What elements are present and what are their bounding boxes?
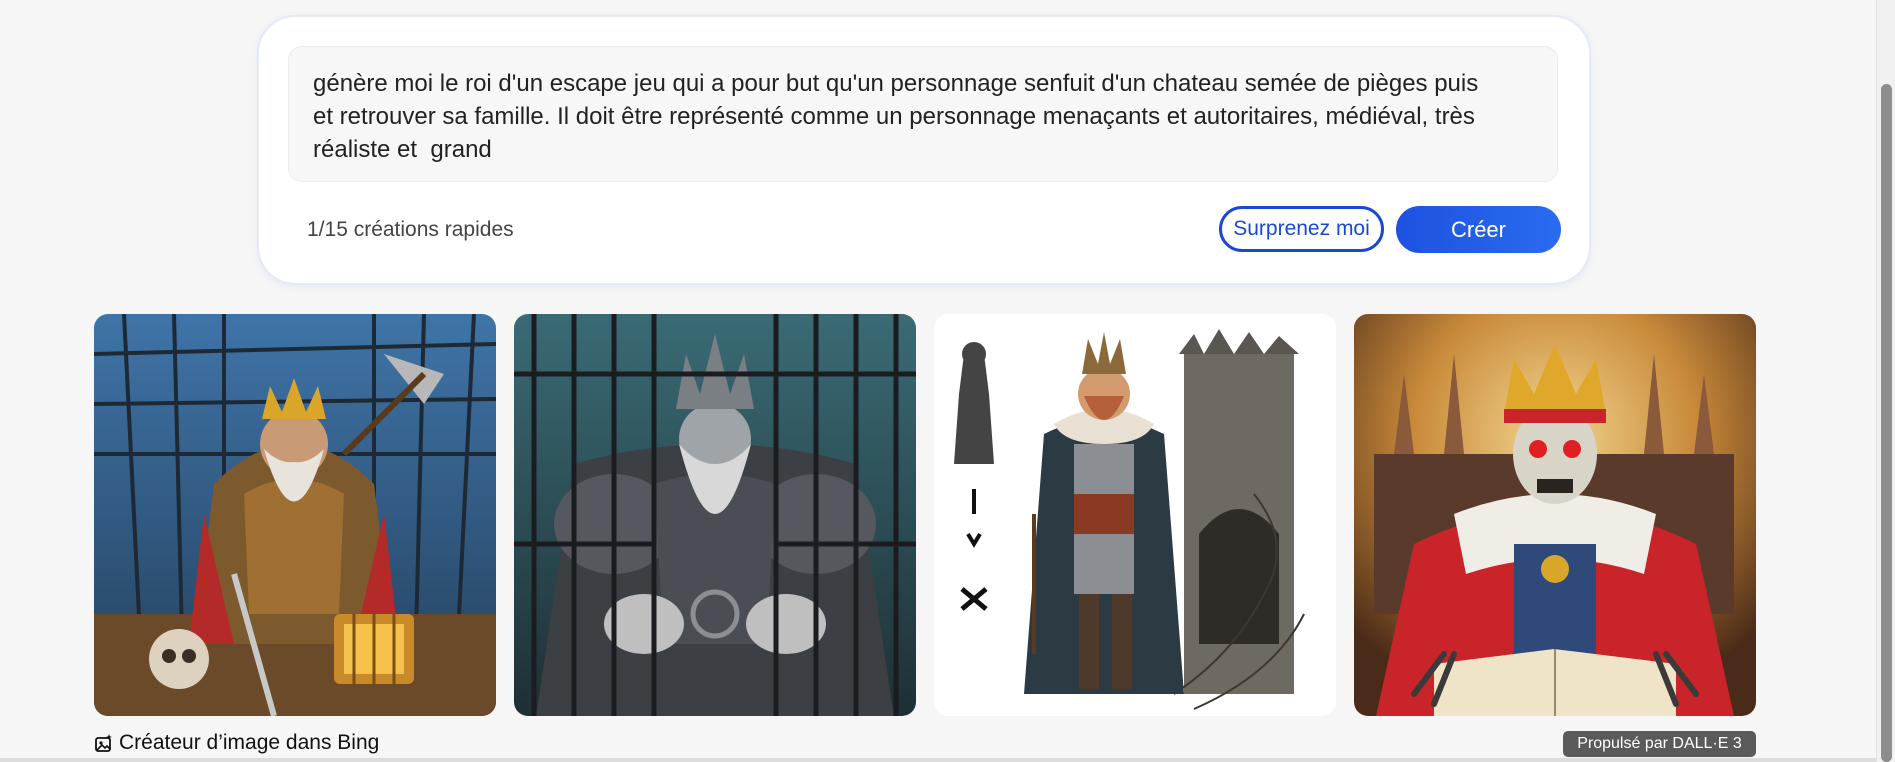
create-button[interactable]: Créer xyxy=(1396,206,1561,253)
generated-image-3[interactable] xyxy=(934,314,1336,716)
generated-image-1[interactable] xyxy=(94,314,496,716)
page: génère moi le roi d'un escape jeu qui a … xyxy=(0,0,1876,762)
bottom-divider xyxy=(0,758,1876,762)
quick-creations-counter: 1/15 créations rapides xyxy=(307,218,514,241)
powered-by-badge: Propulsé par DALL·E 3 xyxy=(1563,731,1756,757)
bearded-king-in-cage-image xyxy=(94,314,496,716)
skeleton-king-with-book-image xyxy=(1354,314,1756,716)
image-creator-link[interactable]: Créateur d’image dans Bing xyxy=(94,731,379,755)
scrollbar-thumb[interactable] xyxy=(1881,84,1892,762)
generated-image-4[interactable] xyxy=(1354,314,1756,716)
king-with-castle-tower-image xyxy=(934,314,1336,716)
armored-king-behind-bars-image xyxy=(514,314,916,716)
image-sparkle-icon xyxy=(94,733,114,753)
prompt-text[interactable]: génère moi le roi d'un escape jeu qui a … xyxy=(313,67,1533,166)
generated-image-2[interactable] xyxy=(514,314,916,716)
prompt-textarea[interactable]: génère moi le roi d'un escape jeu qui a … xyxy=(288,46,1558,182)
image-creator-label[interactable]: Créateur d’image dans Bing xyxy=(119,731,379,755)
surprise-me-button[interactable]: Surprenez moi xyxy=(1219,206,1384,252)
page-scrollbar[interactable] xyxy=(1876,0,1895,762)
prompt-card: génère moi le roi d'un escape jeu qui a … xyxy=(259,17,1589,283)
